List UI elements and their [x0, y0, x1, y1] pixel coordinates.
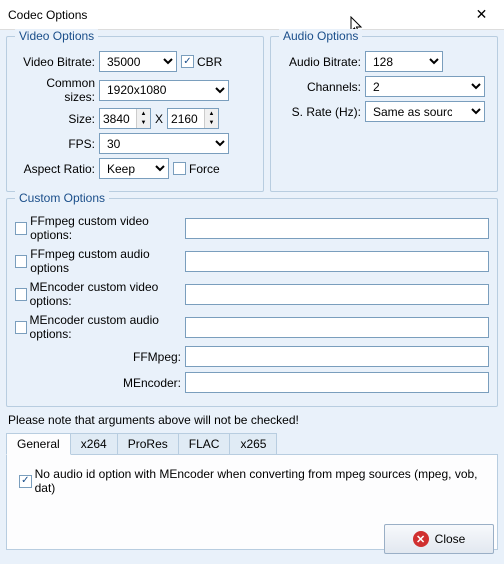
mencoder-label: MEncoder: — [15, 376, 181, 390]
height-spinner[interactable]: ▲▼ — [167, 108, 219, 129]
checkbox-empty-icon — [15, 255, 27, 268]
close-button-label: Close — [435, 532, 466, 546]
ffmpeg-audio-checkbox[interactable]: FFmpeg custom audio options — [15, 247, 181, 275]
audio-bitrate-select[interactable]: 128 — [365, 51, 443, 72]
mencoder-path-input[interactable] — [185, 372, 489, 393]
checkbox-checked-icon: ✓ — [19, 475, 32, 488]
tab-general[interactable]: General — [6, 433, 71, 455]
tab-x265[interactable]: x265 — [229, 433, 277, 454]
srate-select[interactable]: Same as source — [365, 101, 485, 122]
channels-select[interactable]: 2 — [365, 76, 485, 97]
srate-label: S. Rate (Hz): — [279, 105, 361, 119]
checkbox-checked-icon: ✓ — [181, 55, 194, 68]
tab-strip: General x264 ProRes FLAC x265 — [6, 433, 498, 455]
custom-options-title: Custom Options — [15, 191, 109, 205]
audio-options-group: Audio Options Audio Bitrate: 128 Channel… — [270, 36, 498, 192]
video-options-title: Video Options — [15, 29, 98, 43]
cbr-label: CBR — [197, 55, 222, 69]
dialog-content: Video Options Video Bitrate: 35000 ✓ CBR… — [0, 30, 504, 564]
tab-prores[interactable]: ProRes — [117, 433, 179, 454]
ffmpeg-label: FFMpeg: — [15, 350, 181, 364]
cbr-checkbox[interactable]: ✓ CBR — [181, 55, 222, 69]
fps-label: FPS: — [15, 137, 95, 151]
no-audio-id-label: No audio id option with MEncoder when co… — [35, 467, 485, 495]
mencoder-audio-checkbox[interactable]: MEncoder custom audio options: — [15, 313, 181, 341]
ffmpeg-video-checkbox[interactable]: FFmpeg custom video options: — [15, 214, 181, 242]
ffmpeg-video-input[interactable] — [185, 218, 489, 239]
spin-up-icon[interactable]: ▲ — [205, 109, 218, 119]
note-text: Please note that arguments above will no… — [8, 413, 496, 427]
ffmpeg-path-input[interactable] — [185, 346, 489, 367]
size-label: Size: — [15, 112, 95, 126]
audio-bitrate-label: Audio Bitrate: — [279, 55, 361, 69]
aspect-label: Aspect Ratio: — [15, 162, 95, 176]
width-input[interactable] — [100, 109, 136, 128]
spin-down-icon[interactable]: ▼ — [205, 119, 218, 129]
size-x-label: X — [155, 112, 163, 126]
tab-x264[interactable]: x264 — [70, 433, 118, 454]
fps-select[interactable]: 30 — [99, 133, 229, 154]
width-spinner[interactable]: ▲▼ — [99, 108, 151, 129]
mencoder-video-checkbox[interactable]: MEncoder custom video options: — [15, 280, 181, 308]
video-options-group: Video Options Video Bitrate: 35000 ✓ CBR… — [6, 36, 264, 192]
ffmpeg-audio-input[interactable] — [185, 251, 489, 272]
aspect-select[interactable]: Keep — [99, 158, 169, 179]
video-bitrate-select[interactable]: 35000 — [99, 51, 177, 72]
checkbox-empty-icon — [15, 321, 27, 334]
mencoder-audio-input[interactable] — [185, 317, 489, 338]
force-checkbox[interactable]: Force — [173, 162, 220, 176]
audio-options-title: Audio Options — [279, 29, 362, 43]
window-close-button[interactable]: ✕ — [459, 0, 504, 30]
video-bitrate-label: Video Bitrate: — [15, 55, 95, 69]
common-sizes-label: Common sizes: — [15, 76, 95, 104]
force-label: Force — [189, 162, 220, 176]
checkbox-empty-icon — [15, 222, 27, 235]
height-input[interactable] — [168, 109, 204, 128]
channels-label: Channels: — [279, 80, 361, 94]
checkbox-empty-icon — [15, 288, 27, 301]
spin-down-icon[interactable]: ▼ — [137, 119, 150, 129]
no-audio-id-checkbox[interactable]: ✓ No audio id option with MEncoder when … — [19, 467, 485, 495]
close-icon: ✕ — [476, 6, 488, 23]
close-button[interactable]: ✕ Close — [384, 524, 494, 554]
custom-options-group: Custom Options FFmpeg custom video optio… — [6, 198, 498, 407]
titlebar: Codec Options ✕ — [0, 0, 504, 30]
common-sizes-select[interactable]: 1920x1080 — [99, 80, 229, 101]
mencoder-video-input[interactable] — [185, 284, 489, 305]
spin-up-icon[interactable]: ▲ — [137, 109, 150, 119]
tab-flac[interactable]: FLAC — [178, 433, 231, 454]
checkbox-empty-icon — [173, 162, 186, 175]
close-circle-icon: ✕ — [413, 531, 429, 547]
window-title: Codec Options — [8, 8, 87, 22]
